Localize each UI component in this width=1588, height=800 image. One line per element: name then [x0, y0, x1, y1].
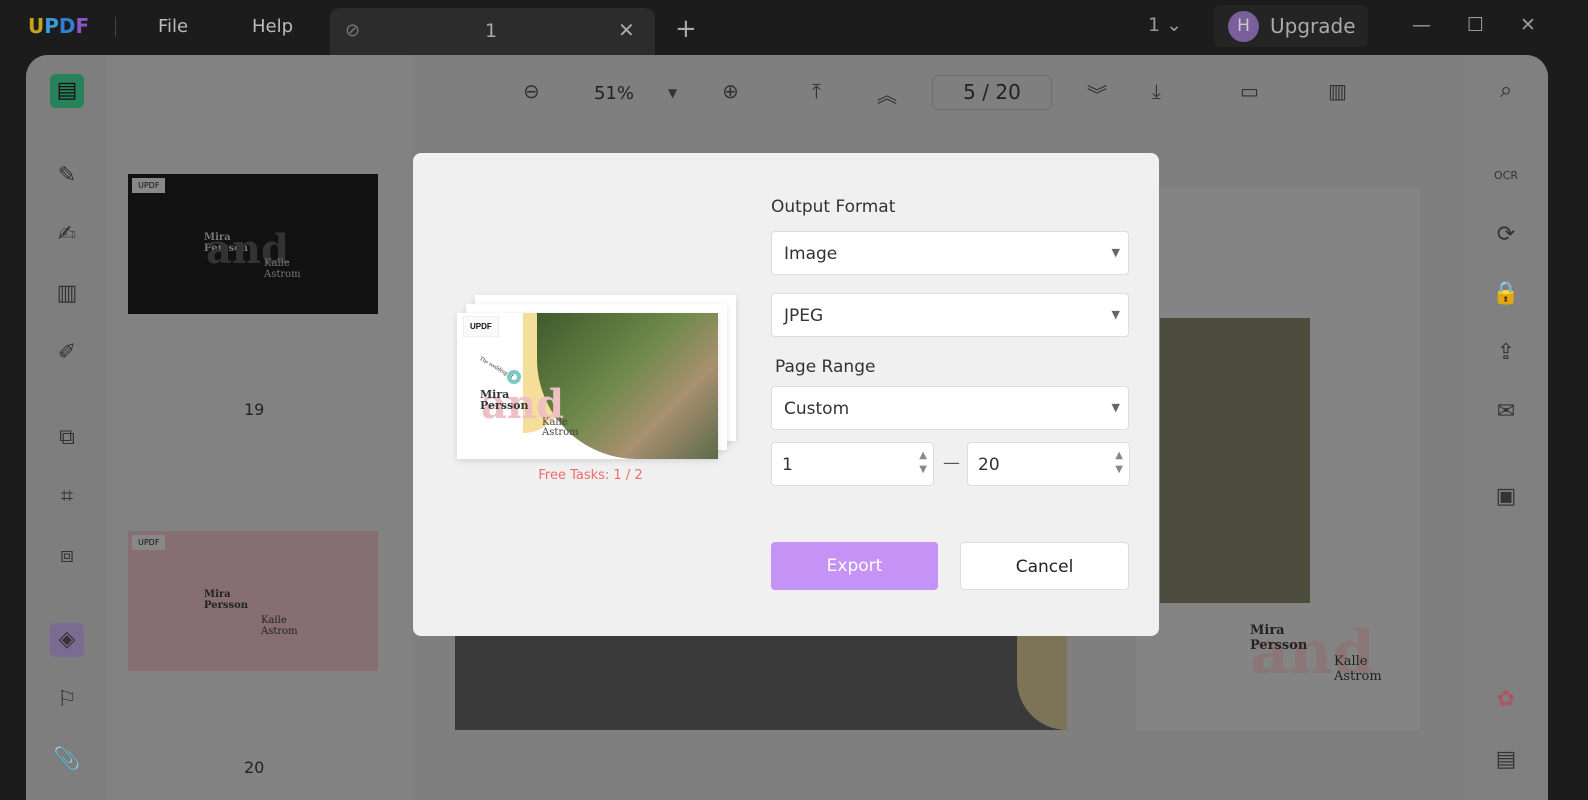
previous-page-icon[interactable]: ︽	[877, 79, 897, 108]
bookmark-icon[interactable]: ⚐	[50, 683, 84, 717]
ocr-icon[interactable]: OCR	[1489, 159, 1523, 193]
cancel-button[interactable]: Cancel	[960, 542, 1129, 590]
minimize-button[interactable]: —	[1412, 14, 1431, 36]
pdf-page: and Mira Persson Kalle Astrom	[1136, 188, 1420, 730]
layers-icon[interactable]: ◈	[50, 623, 84, 657]
share-icon[interactable]: ⇪	[1489, 336, 1523, 370]
document-tab[interactable]: ⊘ 1 ✕	[330, 8, 655, 58]
pdf-page-photo	[455, 635, 1067, 730]
range-from-value: 1	[782, 455, 793, 475]
next-page-icon[interactable]: ︾	[1087, 79, 1107, 108]
thumbnail-number: 19	[244, 400, 265, 419]
comment-icon[interactable]: ▤	[1489, 743, 1523, 777]
title-bar: UPDF File Help ⊘ 1 ✕ + 1 ⌄ H Upgrade — ☐…	[0, 0, 1588, 58]
left-toolbar: ▤ ✎ ✍ ▥ ✐ ⧉ ⌗ ⧈ ◈ ⚐ 📎	[26, 55, 106, 800]
page-range-label: Page Range	[775, 357, 876, 377]
updf-logo: UPDF	[28, 14, 90, 38]
thumb-brand: UPDF	[132, 535, 166, 550]
zoom-dropdown-icon[interactable]: ▼	[668, 86, 677, 100]
page-photo	[1160, 318, 1310, 603]
presentation-icon[interactable]: ▭	[1240, 79, 1259, 103]
export-dialog: UPDF The wedding of and Mira Persson Kall…	[413, 153, 1159, 636]
zoom-in-icon[interactable]: ⊕	[722, 79, 739, 103]
zoom-out-icon[interactable]: ⊖	[523, 79, 540, 103]
highlight-icon[interactable]: ✎	[50, 159, 84, 193]
cloud-off-icon: ⊘	[345, 20, 361, 41]
email-icon[interactable]: ✉	[1489, 395, 1523, 429]
range-from-input[interactable]: 1 ▲ ▼	[771, 442, 934, 486]
right-toolbar: ⌕ OCR ⟳ 🔒 ⇪ ✉ ▣ ✿ ▤	[1465, 55, 1548, 800]
upgrade-label: Upgrade	[1270, 14, 1356, 38]
page-arc	[1017, 635, 1067, 730]
free-tasks-label: Free Tasks: 1 / 2	[538, 468, 643, 483]
dropdown-arrow-icon: ▼	[1111, 401, 1120, 414]
last-page-icon[interactable]: ⤓	[1152, 79, 1161, 103]
page-range-select[interactable]: Custom ▼	[771, 386, 1129, 430]
avatar: H	[1228, 11, 1259, 42]
output-format-value: Image	[784, 244, 838, 264]
page-display-icon[interactable]: ▥	[1328, 79, 1347, 103]
first-page-icon[interactable]: ⤒	[812, 79, 821, 103]
tab-title: 1	[485, 20, 498, 42]
thumbnail-page-20[interactable]: UPDF Mira Persson Kalle Astrom	[128, 531, 378, 671]
zoom-level[interactable]: 51%	[594, 83, 634, 104]
export-preview: UPDF The wedding of and Mira Persson Kall…	[457, 295, 737, 483]
upgrade-button[interactable]: H Upgrade	[1214, 5, 1368, 47]
new-tab-button[interactable]: +	[675, 14, 697, 44]
organize-pages-icon[interactable]: ⧉	[50, 421, 84, 455]
thumb-brand: UPDF	[132, 178, 166, 193]
range-to-input[interactable]: 20 ▲ ▼	[967, 442, 1130, 486]
divider	[115, 17, 116, 37]
thumb-names2: Kalle Astrom	[264, 258, 301, 280]
menu-file[interactable]: File	[158, 16, 188, 37]
redact-icon[interactable]: ⧈	[50, 539, 84, 573]
page-names: Mira Persson	[1250, 623, 1308, 653]
page-range-value: Custom	[784, 399, 850, 419]
range-dash: —	[943, 453, 960, 473]
dropdown-arrow-icon: ▼	[1111, 246, 1120, 259]
search-icon[interactable]: ⌕	[1489, 74, 1523, 108]
page-selector-value: 1	[1148, 14, 1161, 36]
save-icon[interactable]: ▣	[1489, 480, 1523, 514]
thumbnail-panel: UPDF Mira Persson and Kalle Astrom 19 UPDF…	[106, 55, 412, 800]
close-tab-icon[interactable]: ✕	[618, 18, 635, 42]
preview-names2: Kalle Astrom	[542, 417, 579, 438]
menu-help[interactable]: Help	[252, 16, 293, 37]
range-to-value: 20	[978, 455, 1000, 475]
fill-sign-icon[interactable]: ✐	[50, 336, 84, 370]
ai-assistant-icon[interactable]: ✿	[1489, 683, 1523, 717]
output-format-select[interactable]: Image ▼	[771, 231, 1129, 275]
preview-brand: UPDF	[463, 316, 499, 337]
close-window-button[interactable]: ✕	[1520, 14, 1536, 36]
stepper-icon[interactable]: ▲ ▼	[1115, 449, 1123, 477]
preview-names: Mira Persson	[480, 388, 529, 412]
stepper-icon[interactable]: ▲ ▼	[919, 449, 927, 477]
thumbnail-page-19[interactable]: UPDF Mira Persson and Kalle Astrom	[128, 174, 378, 314]
reader-icon[interactable]: ▤	[50, 74, 84, 108]
thumbnail-number: 20	[244, 758, 265, 777]
crop-icon[interactable]: ⌗	[50, 480, 84, 514]
convert-icon[interactable]: ⟳	[1489, 218, 1523, 252]
page-number-input[interactable]: 5 / 20	[932, 75, 1052, 110]
output-format-label: Output Format	[771, 197, 896, 217]
edit-pdf-icon[interactable]: ✍	[50, 218, 84, 252]
chevron-down-icon: ⌄	[1166, 14, 1183, 36]
attachment-icon[interactable]: 📎	[50, 743, 84, 777]
page-selector[interactable]: 1 ⌄	[1148, 14, 1182, 36]
thumb-names2: Kalle Astrom	[261, 615, 298, 637]
thumb-names: Mira Persson	[204, 589, 249, 611]
dropdown-arrow-icon: ▼	[1111, 308, 1120, 321]
form-icon[interactable]: ▥	[50, 277, 84, 311]
page-names2: Kalle Astrom	[1334, 654, 1382, 684]
preview-page: UPDF The wedding of and Mira Persson Kall…	[457, 313, 718, 459]
protect-icon[interactable]: 🔒	[1489, 277, 1523, 311]
export-button[interactable]: Export	[771, 542, 938, 590]
image-format-select[interactable]: JPEG ▼	[771, 293, 1129, 337]
maximize-button[interactable]: ☐	[1467, 14, 1484, 36]
image-format-value: JPEG	[784, 306, 824, 326]
